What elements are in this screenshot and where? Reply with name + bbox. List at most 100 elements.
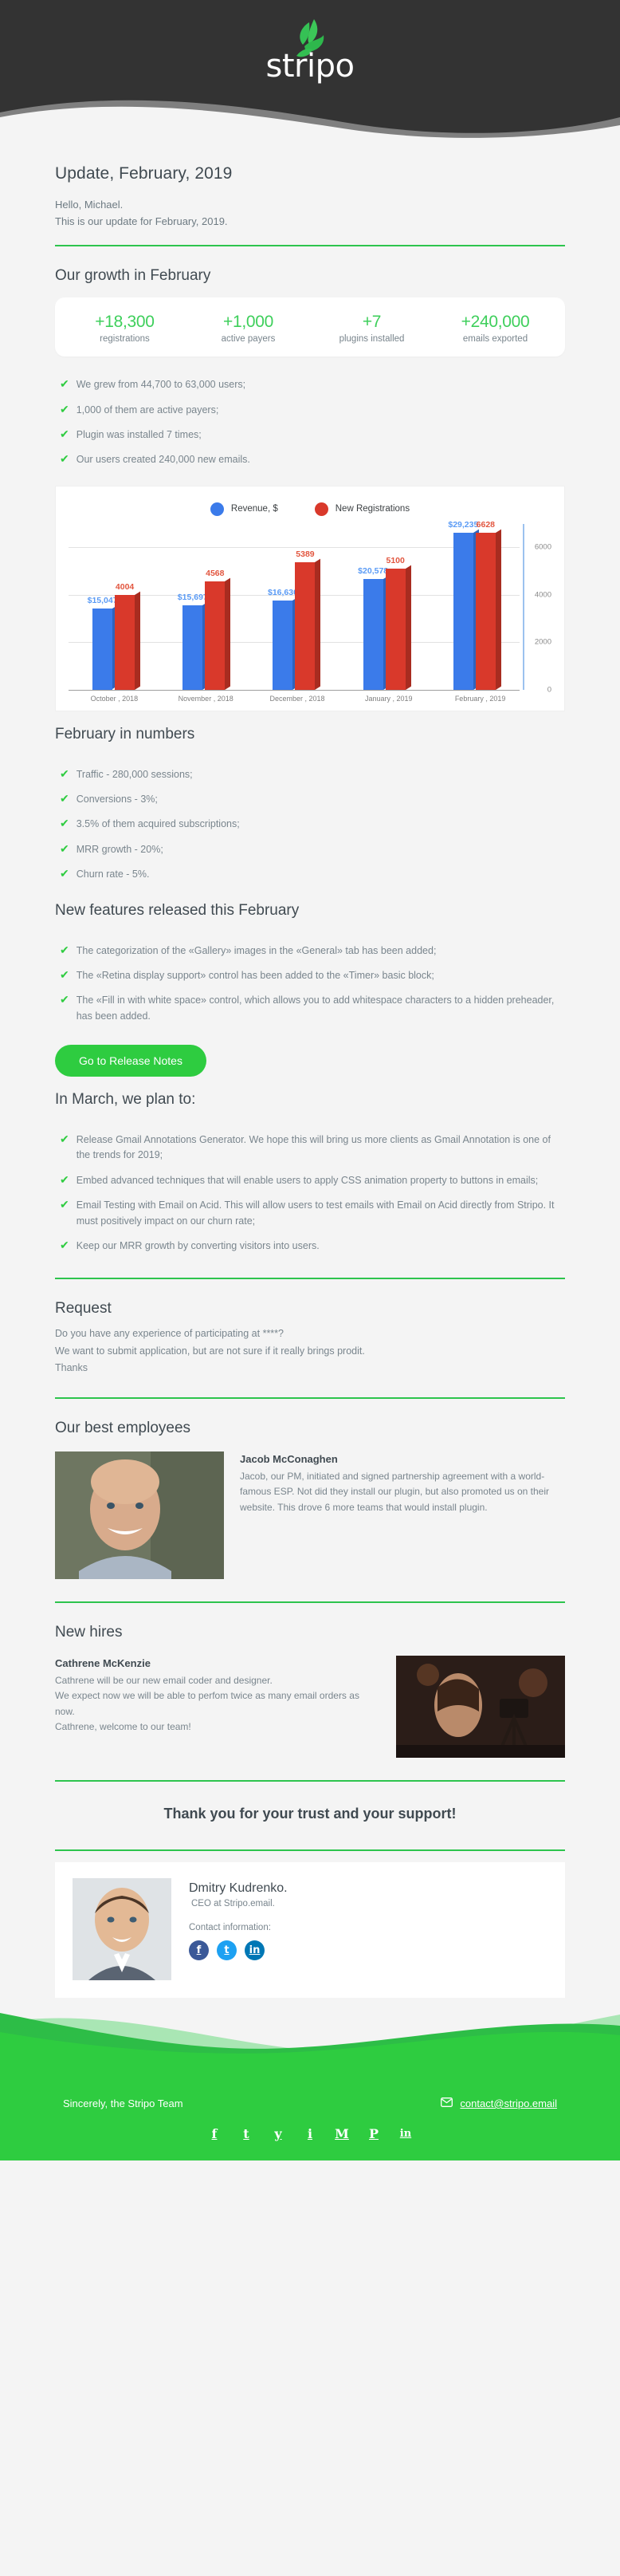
- chart-right-axis-rule: [523, 523, 524, 690]
- check-icon: ✔: [60, 841, 69, 855]
- list-item-label: Churn rate - 5%.: [76, 869, 150, 880]
- new-hire-card: Cathrene McKenzie Cathrene will be our n…: [55, 1649, 565, 1766]
- list-item: ✔ Churn rate - 5%.: [60, 862, 565, 887]
- footer-email-link[interactable]: contact@stripo.email: [441, 2097, 557, 2109]
- bar-body: [205, 581, 226, 690]
- check-icon: ✔: [60, 943, 69, 956]
- divider: [55, 1397, 565, 1399]
- request-line-3: Thanks: [55, 1361, 88, 1373]
- page-title: Update, February, 2019: [55, 164, 233, 183]
- email-newsletter: stripo Update, February, 2019 Hello, Mic…: [0, 0, 620, 2160]
- revenue-registrations-chart: Revenue, $ New Registrations 0 2000 4000 60…: [55, 485, 565, 711]
- new-hire-info: Cathrene McKenzie Cathrene will be our n…: [55, 1656, 380, 1735]
- check-icon: ✔: [60, 427, 69, 440]
- growth-bullet-list: ✔ We grew from 44,700 to 63,000 users; ✔…: [55, 361, 565, 478]
- cta-container: Go to Release Notes: [55, 1034, 565, 1081]
- list-item: ✔ Our users created 240,000 new emails.: [60, 447, 565, 472]
- pinterest-icon[interactable]: P: [366, 2125, 382, 2141]
- medium-icon[interactable]: M: [334, 2125, 350, 2141]
- chart-bars: $15,047 4004 $15,697 4568 $16,630 5389 $20,578…: [69, 520, 520, 690]
- list-item-label: The categorization of the «Gallery» imag…: [76, 944, 437, 956]
- plans-heading: In March, we plan to:: [55, 1091, 196, 1108]
- plans-bullet-list: ✔ Release Gmail Annotations Generator. We…: [55, 1117, 565, 1263]
- chart-x-tick: February , 2019: [454, 694, 506, 703]
- brand-logo[interactable]: stripo: [0, 18, 620, 82]
- twitter-icon[interactable]: t: [238, 2125, 254, 2141]
- twitter-icon[interactable]: t: [217, 1940, 237, 1960]
- chart-x-tick: November , 2018: [178, 694, 233, 703]
- list-item-label: Our users created 240,000 new emails.: [76, 454, 250, 466]
- legend-entry-registrations: New Registrations: [314, 502, 410, 516]
- bar-value-label: 6628: [476, 519, 496, 530]
- chart-gridline: [69, 689, 520, 691]
- legend-label: Revenue, $: [230, 504, 278, 514]
- check-icon: ✔: [60, 1172, 69, 1186]
- instagram-icon[interactable]: i: [302, 2125, 318, 2141]
- list-item-label: The «Fill in with white space» control, …: [76, 995, 555, 1022]
- facebook-icon[interactable]: f: [206, 2125, 222, 2141]
- check-icon: ✔: [60, 1132, 69, 1145]
- chart-bar-group: $20,578 5100: [358, 524, 411, 690]
- linkedin-icon[interactable]: in: [398, 2125, 414, 2141]
- stat-registrations: +18,300 registrations: [63, 312, 186, 344]
- bar-value-label: 4568: [206, 568, 225, 578]
- chart-x-tick: October , 2018: [90, 694, 139, 703]
- stat-label: active payers: [221, 334, 276, 345]
- linkedin-icon[interactable]: in: [245, 1940, 265, 1960]
- growth-stats-card: +18,300 registrations +1,000 active paye…: [55, 297, 565, 357]
- bar-body: [385, 569, 406, 690]
- bar-registrations: 5100: [385, 556, 411, 690]
- list-item-label: Plugin was installed 7 times;: [76, 428, 202, 440]
- stat-label: plugins installed: [339, 334, 405, 345]
- list-item: ✔ The «Fill in with white space» control,…: [60, 988, 565, 1029]
- new-hire-line-3: Cathrene, welcome to our team!: [55, 1721, 191, 1733]
- chart-y-tick: 2000: [534, 637, 551, 647]
- ceo-photo: [73, 1878, 171, 1980]
- chart-x-axis-labels: October , 2018 November , 2018 December , …: [69, 695, 526, 703]
- divider: [55, 1780, 565, 1782]
- stat-value: +240,000: [461, 312, 530, 331]
- request-line-2: We want to submit application, but are n…: [55, 1345, 365, 1357]
- legend-label: New Registrations: [335, 504, 410, 514]
- email-footer: Sincerely, the Stripo Team contact@strip…: [0, 2011, 620, 2160]
- signature-info: Dmitry Kudrenko. CEO at Stripo.email. Co…: [189, 1878, 547, 1960]
- list-item-label: Release Gmail Annotations Generator. We …: [76, 1134, 551, 1161]
- bar-body: [453, 532, 473, 690]
- email-header: stripo: [0, 0, 620, 142]
- check-icon: ✔: [60, 867, 69, 880]
- bar-registrations: 6628: [475, 520, 501, 690]
- request-body: Do you have any experience of participat…: [55, 1325, 565, 1383]
- check-icon: ✔: [60, 967, 69, 981]
- go-to-release-notes-button[interactable]: Go to Release Notes: [55, 1045, 206, 1077]
- employee-card: Jacob McConaghen Jacob, our PM, initiate…: [55, 1445, 565, 1587]
- check-icon: ✔: [60, 402, 69, 416]
- list-item: ✔ Embed advanced techniques that will ena…: [60, 1168, 565, 1193]
- list-item: ✔ 1,000 of them are active payers;: [60, 398, 565, 423]
- chart-y-tick: 6000: [534, 542, 551, 552]
- email-body: Update, February, 2019 Hello, Michael. T…: [0, 142, 620, 1998]
- list-item: ✔ The «Retina display support» control ha…: [60, 963, 565, 988]
- bar-value-label: $15,047: [87, 596, 118, 606]
- bar-registrations: 5389: [295, 549, 321, 690]
- check-icon: ✔: [60, 993, 69, 1006]
- facebook-icon[interactable]: f: [189, 1940, 209, 1960]
- new-hire-description: Cathrene will be our new email coder and…: [55, 1673, 380, 1735]
- greeting-line-1: Hello, Michael.: [55, 199, 124, 211]
- chart-x-tick: December , 2018: [269, 694, 325, 703]
- stat-value: +1,000: [222, 312, 273, 331]
- legend-entry-revenue: Revenue, $: [210, 502, 278, 516]
- chart-legend: Revenue, $ New Registrations: [61, 498, 559, 519]
- list-item: ✔ We grew from 44,700 to 63,000 users;: [60, 372, 565, 397]
- list-item-label: 3.5% of them acquired subscriptions;: [76, 818, 240, 830]
- greeting-block: Hello, Michael. This is our update for F…: [55, 196, 565, 230]
- bar-value-label: $15,697: [177, 592, 208, 602]
- footer-email-text: contact@stripo.email: [460, 2097, 557, 2109]
- divider: [55, 244, 565, 246]
- list-item: ✔ Traffic - 280,000 sessions;: [60, 762, 565, 787]
- list-item: ✔ Conversions - 3%;: [60, 787, 565, 812]
- new-hires-heading: New hires: [55, 1624, 123, 1641]
- bar-revenue: $20,578: [358, 566, 389, 690]
- signature-card: Dmitry Kudrenko. CEO at Stripo.email. Co…: [55, 1862, 565, 1998]
- bar-revenue: $29,235: [448, 520, 479, 690]
- youtube-icon[interactable]: y: [270, 2125, 286, 2141]
